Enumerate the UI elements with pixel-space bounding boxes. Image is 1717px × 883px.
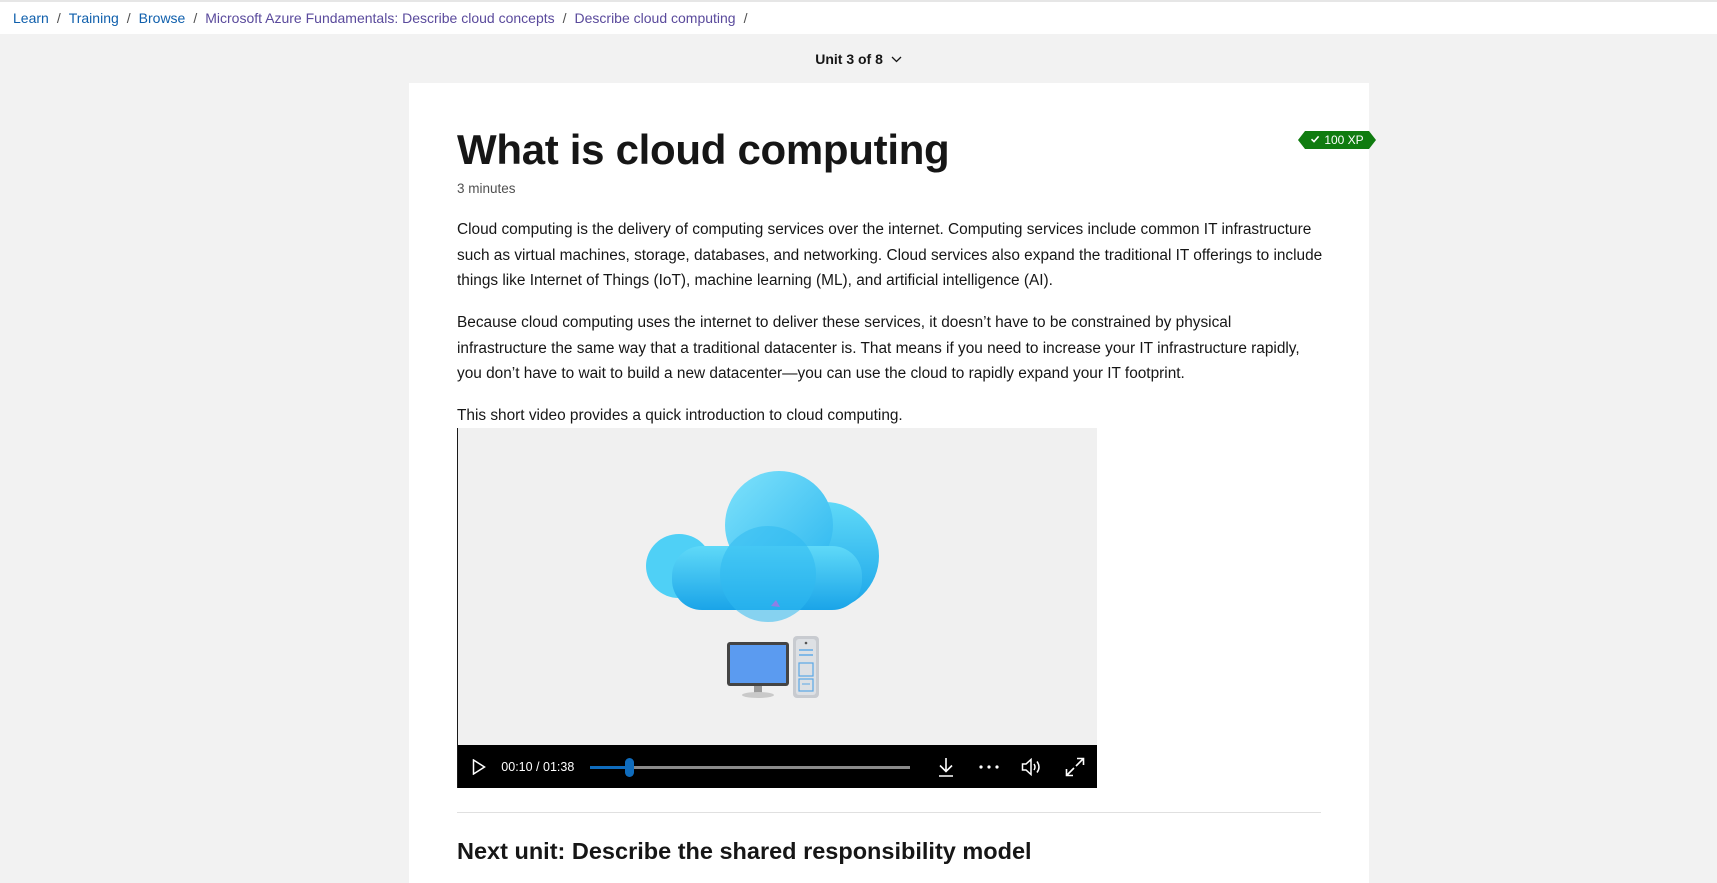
paragraph: This short video provides a quick introd…: [457, 407, 903, 424]
unit-content-card: What is cloud computing 100 XP 3 minutes…: [409, 83, 1369, 883]
breadcrumb: Learn / Training / Browse / Microsoft Azure Fu…: [13, 10, 756, 26]
video-frame-cloud-illustration: [646, 471, 879, 698]
chevron-down-icon: [891, 50, 902, 66]
checkmark-icon: [1310, 133, 1320, 147]
video-time: 00:10 / 01:38: [501, 759, 575, 774]
cloud-icon: [646, 471, 879, 622]
unit-selector-label: Unit 3 of 8: [815, 51, 883, 67]
paragraph: Because cloud computing uses the interne…: [457, 314, 1300, 382]
breadcrumb-separator: /: [126, 10, 131, 26]
breadcrumb-separator: /: [193, 10, 198, 26]
top-bar: Learn / Training / Browse / Microsoft Azure Fu…: [0, 0, 1717, 34]
next-unit-link[interactable]: Next unit: Describe the shared responsib…: [457, 838, 1032, 865]
progress-track: [590, 765, 910, 769]
more-icon[interactable]: [968, 745, 1011, 788]
page-title: What is cloud computing: [457, 126, 950, 173]
breadcrumb-unit-group[interactable]: Describe cloud computing: [575, 10, 736, 26]
play-icon[interactable]: [462, 745, 495, 788]
video-controls: 00:10 / 01:38: [458, 745, 1097, 788]
progress-fill: [590, 765, 629, 769]
xp-label: 100 XP: [1324, 133, 1364, 147]
breadcrumb-browse[interactable]: Browse: [139, 10, 186, 26]
breadcrumb-separator: /: [562, 10, 567, 26]
xp-badge: 100 XP: [1298, 131, 1376, 149]
divider: [457, 812, 1321, 813]
progress-thumb[interactable]: [624, 757, 634, 777]
video-progress-slider[interactable]: [590, 757, 910, 777]
unit-selector[interactable]: Unit 3 of 8: [0, 50, 1717, 67]
breadcrumb-learn[interactable]: Learn: [13, 10, 49, 26]
breadcrumb-module[interactable]: Microsoft Azure Fundamentals: Describe c…: [205, 10, 554, 26]
duration-label: 3 minutes: [457, 181, 516, 196]
breadcrumb-training[interactable]: Training: [69, 10, 119, 26]
volume-icon[interactable]: [1011, 745, 1054, 788]
breadcrumb-separator: /: [743, 10, 748, 26]
video-player[interactable]: 00:10 / 01:38: [457, 428, 1097, 788]
download-icon[interactable]: [925, 745, 968, 788]
fullscreen-icon[interactable]: [1054, 745, 1097, 788]
desktop-computer-icon: [727, 636, 819, 698]
breadcrumb-separator: /: [56, 10, 61, 26]
paragraph: Cloud computing is the delivery of compu…: [457, 221, 1323, 289]
